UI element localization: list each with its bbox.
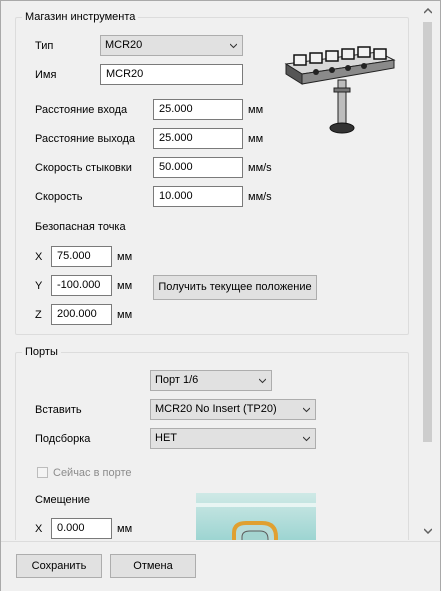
- entry-distance-input[interactable]: 25.000: [153, 99, 243, 120]
- tool-magazine-group: Магазин инструмента Тип MCR20 Имя MCR20 …: [15, 10, 409, 335]
- safe-x-unit: мм: [117, 251, 133, 263]
- cancel-button[interactable]: Отмена: [110, 554, 196, 578]
- safe-z-unit: мм: [117, 309, 133, 321]
- dock-speed-input[interactable]: 50.000: [153, 157, 243, 178]
- offset-x-unit: мм: [117, 523, 133, 535]
- name-input[interactable]: MCR20: [100, 64, 243, 85]
- type-label: Тип: [35, 40, 54, 52]
- port-preview-image: [196, 493, 316, 540]
- scroll-content: Магазин инструмента Тип MCR20 Имя MCR20 …: [2, 2, 418, 540]
- type-combobox-value: MCR20: [105, 39, 143, 51]
- get-current-position-button[interactable]: Получить текущее положение: [153, 275, 317, 300]
- safe-y-input[interactable]: -100.000: [51, 275, 112, 296]
- offset-x-label: X: [35, 523, 43, 535]
- safe-z-label: Z: [35, 309, 42, 321]
- dock-speed-unit: мм/s: [248, 162, 272, 174]
- safe-z-input[interactable]: 200.000: [51, 304, 112, 325]
- exit-distance-input[interactable]: 25.000: [153, 128, 243, 149]
- port-select-combobox[interactable]: Порт 1/6: [150, 370, 272, 391]
- group-title-ports: Порты: [22, 345, 61, 359]
- group-title-tool-magazine: Магазин инструмента: [22, 10, 139, 24]
- offset-label: Смещение: [35, 494, 91, 506]
- dialog-footer: Сохранить Отмена: [1, 541, 440, 591]
- insert-label: Вставить: [35, 404, 82, 416]
- safe-x-input[interactable]: 75.000: [51, 246, 112, 267]
- scroll-down-arrow-icon[interactable]: [424, 528, 432, 534]
- vertical-scrollbar[interactable]: [419, 2, 436, 540]
- safe-point-label: Безопасная точка: [35, 221, 126, 233]
- tool-magazine-dialog: Магазин инструмента Тип MCR20 Имя MCR20 …: [0, 0, 441, 591]
- type-combobox[interactable]: MCR20: [100, 35, 243, 56]
- safe-y-label: Y: [35, 280, 43, 292]
- speed-input[interactable]: 10.000: [153, 186, 243, 207]
- offset-x-input[interactable]: 0.000: [51, 518, 112, 539]
- entry-distance-unit: мм: [248, 104, 264, 116]
- chevron-down-icon: [303, 436, 310, 442]
- safe-y-unit: мм: [117, 280, 133, 292]
- scroll-up-arrow-icon[interactable]: [424, 8, 432, 14]
- pickup-combobox-value: НЕТ: [155, 432, 177, 444]
- speed-unit: мм/s: [248, 191, 272, 203]
- chevron-down-icon: [259, 378, 266, 384]
- chevron-down-icon: [230, 43, 237, 49]
- dock-speed-label: Скорость стыковки: [35, 162, 132, 174]
- pickup-combobox[interactable]: НЕТ: [150, 428, 316, 449]
- ports-group: Порты Порт 1/6 Вставить MCR20 No Insert …: [15, 345, 409, 540]
- speed-label: Скорость: [35, 191, 83, 203]
- insert-combobox[interactable]: MCR20 No Insert (TP20): [150, 399, 316, 420]
- scrollbar-thumb[interactable]: [423, 22, 432, 442]
- tool-rack-illustration: [284, 46, 396, 134]
- entry-distance-label: Расстояние входа: [35, 104, 128, 116]
- exit-distance-label: Расстояние выхода: [35, 133, 136, 145]
- name-label: Имя: [35, 69, 57, 81]
- save-button[interactable]: Сохранить: [16, 554, 102, 578]
- in-port-label: Сейчас в порте: [53, 467, 132, 479]
- chevron-down-icon: [303, 407, 310, 413]
- in-port-checkbox[interactable]: [37, 467, 48, 478]
- port-select-value: Порт 1/6: [155, 374, 199, 386]
- pickup-label: Подсборка: [35, 433, 91, 445]
- insert-combobox-value: MCR20 No Insert (TP20): [155, 403, 277, 415]
- safe-x-label: X: [35, 251, 43, 263]
- exit-distance-unit: мм: [248, 133, 264, 145]
